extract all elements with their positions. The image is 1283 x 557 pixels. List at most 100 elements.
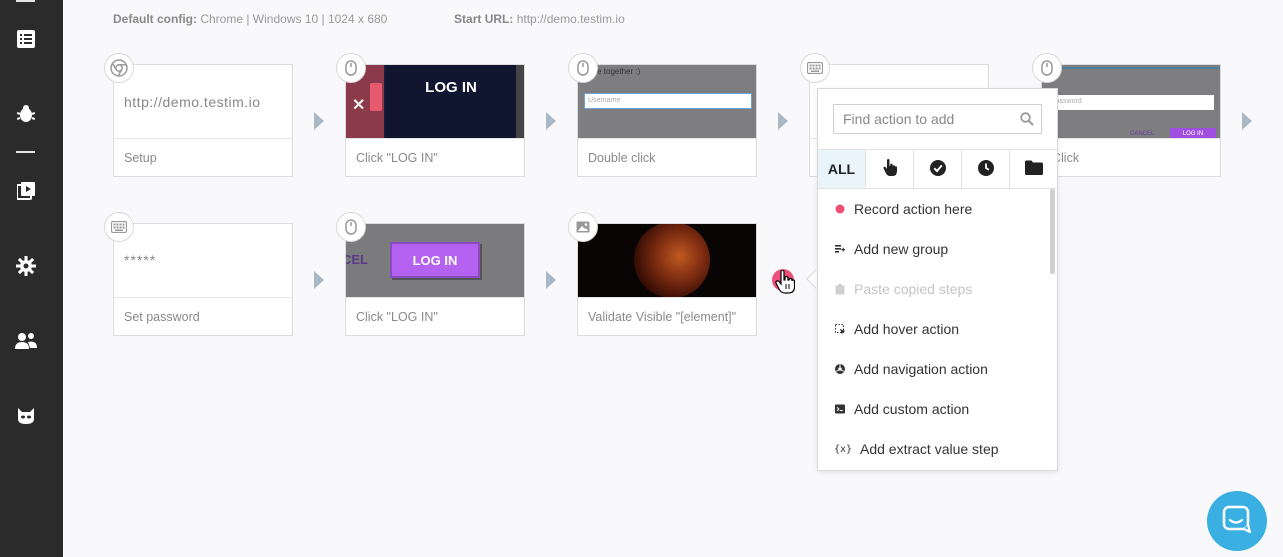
arrow-icon — [778, 112, 788, 130]
tab-wait[interactable] — [962, 150, 1010, 188]
arrow-icon — [546, 112, 556, 130]
arrow-icon — [314, 271, 324, 289]
add-navigation-action[interactable]: Add navigation action — [818, 349, 1050, 389]
password-mask: ***** — [124, 252, 157, 268]
extract-value-icon: {x} — [833, 443, 853, 455]
close-icon: ✕ — [352, 97, 366, 114]
menu-item-label: Add new group — [854, 241, 949, 257]
step-label: Set password — [114, 297, 292, 335]
tab-validations[interactable] — [914, 150, 962, 188]
step-thumbnail: http://demo.testim.io — [114, 65, 292, 139]
mouse-icon — [336, 53, 366, 83]
users-icon[interactable] — [15, 330, 37, 352]
step-card-double-click[interactable]: verse together :) Username Double click — [568, 53, 757, 177]
mouse-icon — [336, 212, 366, 242]
arrow-icon — [546, 271, 556, 289]
find-action-input[interactable] — [834, 106, 1014, 132]
thumb-username-field: Username — [584, 93, 752, 109]
mouse-icon — [568, 53, 598, 83]
menu-item-label: Add custom action — [854, 401, 970, 417]
paste-copied-steps[interactable]: Paste copied steps — [818, 269, 1050, 309]
clock-icon — [977, 159, 994, 179]
thumb-login-button: LOG IN — [390, 242, 480, 278]
arrow-icon — [314, 112, 324, 130]
start-url-value[interactable]: http://demo.testim.io — [517, 12, 625, 26]
step-thumbnail: Password CANCEL LOG IN — [1042, 65, 1220, 139]
list-icon[interactable] — [15, 28, 37, 50]
step-card-click-login-2[interactable]: CEL LOG IN Click "LOG IN" — [336, 212, 525, 336]
add-hover-action[interactable]: Add hover action — [818, 309, 1050, 349]
action-menu: Record action here Add new group Paste c… — [818, 189, 1050, 469]
menu-item-label: Paste copied steps — [854, 281, 973, 297]
search-box — [833, 104, 1042, 134]
sidebar-divider — [16, 0, 35, 2]
menu-item-label: Add hover action — [854, 321, 960, 337]
menu-item-label: Add extract value step — [860, 441, 999, 457]
step-thumbnail: verse together :) Username — [578, 65, 756, 139]
step-label: Click "LOG IN" — [346, 297, 524, 335]
tab-all-label: ALL — [827, 161, 856, 177]
default-config-value[interactable]: Chrome | Windows 10 | 1024 x 680 — [200, 12, 387, 26]
navigation-icon — [833, 362, 847, 376]
add-action-popup: ALL Record action here — [817, 88, 1058, 471]
add-extract-value-step[interactable]: {x} Add extract value step — [818, 429, 1050, 469]
step-card-click[interactable]: Password CANCEL LOG IN Click — [1032, 53, 1221, 177]
step-thumbnail — [578, 224, 756, 298]
step-label: Double click — [578, 138, 756, 176]
default-config-label: Default config: — [113, 12, 197, 26]
tab-actions[interactable] — [866, 150, 914, 188]
menu-scrollbar[interactable] — [1050, 189, 1055, 274]
thumb-password-field: Password — [1048, 95, 1214, 110]
planet-image — [634, 224, 710, 298]
keyboard-icon — [800, 53, 830, 83]
action-filter-tabs: ALL — [818, 149, 1057, 189]
add-new-group[interactable]: Add new group — [818, 229, 1050, 269]
step-thumbnail: ***** — [114, 224, 292, 298]
check-circle-icon — [929, 159, 946, 179]
step-label: Click "LOG IN" — [346, 138, 524, 176]
step-card-validate-visible[interactable]: Validate Visible "[element]" — [568, 212, 757, 336]
record-action-here[interactable]: Record action here — [818, 189, 1050, 229]
chrome-icon — [104, 53, 134, 83]
keyboard-icon — [104, 212, 134, 242]
step-label: Setup — [114, 138, 292, 176]
hover-icon — [833, 322, 847, 336]
setup-url: http://demo.testim.io — [124, 94, 261, 110]
step-card-click-login[interactable]: ✕ LOG IN Click "LOG IN" — [336, 53, 525, 177]
image-icon — [568, 212, 598, 242]
menu-item-label: Record action here — [854, 201, 973, 217]
thumb-cancel-fragment: CEL — [346, 252, 368, 267]
step-card-setup[interactable]: http://demo.testim.io Setup — [104, 53, 293, 177]
thumb-cancel: CANCEL — [1130, 131, 1155, 137]
step-label: Click — [1042, 138, 1220, 176]
tab-groups[interactable] — [1010, 150, 1057, 188]
config-bar: Default config: Chrome | Windows 10 | 10… — [113, 12, 625, 26]
search-icon[interactable] — [1020, 112, 1034, 131]
bug-icon[interactable] — [15, 103, 37, 125]
folder-icon — [1024, 160, 1043, 178]
add-group-icon — [833, 242, 847, 256]
start-url-label: Start URL: — [454, 12, 514, 26]
add-custom-action[interactable]: Add custom action — [818, 389, 1050, 429]
settings-icon[interactable] — [15, 255, 37, 277]
custom-action-icon — [833, 402, 847, 416]
step-thumbnail: CEL LOG IN — [346, 224, 524, 298]
record-dot-icon — [833, 202, 847, 216]
sidebar-divider — [16, 151, 35, 153]
thumb-login-text: LOG IN — [425, 79, 477, 96]
tab-all[interactable]: ALL — [818, 150, 866, 188]
menu-item-label: Add navigation action — [854, 361, 988, 377]
media-library-icon[interactable] — [15, 180, 37, 202]
mouse-icon — [1032, 53, 1062, 83]
chat-launcher-button[interactable] — [1207, 491, 1267, 551]
hand-pointer-icon — [882, 159, 897, 179]
step-label: Validate Visible "[element]" — [578, 297, 756, 335]
step-card-set-password[interactable]: ***** Set password — [104, 212, 293, 336]
hand-cursor-icon — [775, 269, 796, 299]
arrow-icon — [1242, 112, 1252, 130]
chat-icon — [1222, 505, 1252, 538]
paste-icon — [833, 282, 847, 296]
sidebar — [0, 0, 63, 557]
mask-icon[interactable] — [15, 405, 37, 427]
step-thumbnail: ✕ LOG IN — [346, 65, 524, 139]
